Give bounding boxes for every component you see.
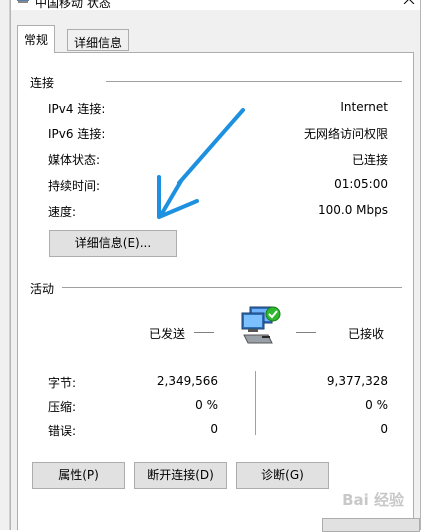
network-computers-icon [241,306,281,344]
media-state-label: 媒体状态: [48,153,101,167]
ipv4-value: Internet [340,100,388,114]
sent-line [194,332,214,333]
errors-sent: 0 [210,422,218,436]
duration-value: 01:05:00 [334,177,388,191]
received-header: 已接收 [348,327,385,341]
tab-general[interactable]: 常规 [17,25,56,53]
watermark: Bai 经验 [342,491,404,509]
compression-received: 0 % [365,398,388,412]
status-dialog: 中国移动 状态 常规 详细信息 连接 IPv4 连接: Internet IPv… [10,0,421,530]
media-state-value: 已连接 [351,153,388,167]
background-window-edge [0,0,10,530]
connection-group-line [106,81,402,82]
details-button[interactable]: 详细信息(E)... [49,230,177,257]
speed-value: 100.0 Mbps [317,203,388,217]
network-icon [17,0,29,3]
errors-label: 错误: [48,424,77,438]
properties-button[interactable]: 属性(P) [32,462,125,489]
activity-group-line [62,287,402,288]
connection-group-label: 连接 [30,76,55,90]
speed-label: 速度: [48,205,77,219]
bytes-label: 字节: [48,376,77,390]
bytes-received: 9,377,328 [326,374,388,388]
errors-received: 0 [380,422,388,436]
ipv6-value: 无网络访问权限 [303,127,388,141]
general-panel: 连接 IPv4 连接: Internet IPv6 连接: 无网络访问权限 媒体… [17,52,414,530]
activity-group-label: 活动 [30,282,55,296]
sent-header: 已发送 [149,327,186,341]
title-bar: 中国移动 状态 [11,0,420,10]
close-icon [403,0,415,4]
compression-sent: 0 % [195,398,218,412]
duration-label: 持续时间: [48,179,101,193]
compression-label: 压缩: [48,400,77,414]
tab-details[interactable]: 详细信息 [67,29,130,51]
close-button[interactable] [398,0,420,10]
ipv4-label: IPv4 连接: [48,102,106,116]
window-title: 中国移动 状态 [35,0,111,10]
received-line [296,332,316,333]
activity-divider [255,371,256,435]
bytes-sent: 2,349,566 [156,374,218,388]
disconnect-button[interactable]: 断开连接(D) [134,462,227,489]
diagnose-button[interactable]: 诊断(G) [236,462,329,489]
ipv6-label: IPv6 连接: [48,127,106,141]
